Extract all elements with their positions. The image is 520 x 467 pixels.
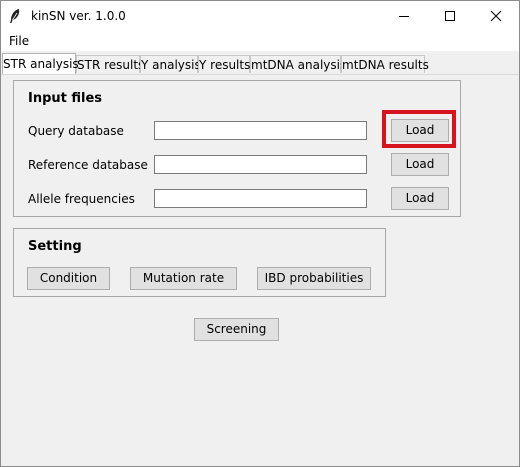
app-window: kinSN ver. 1.0.0 File STR analysis STR r… (0, 0, 520, 467)
condition-button[interactable]: Condition (27, 267, 110, 290)
query-database-label: Query database (28, 124, 124, 138)
title-bar[interactable]: kinSN ver. 1.0.0 (1, 1, 519, 31)
close-button[interactable] (473, 1, 519, 31)
tab-y-results[interactable]: Y results (198, 55, 250, 73)
menu-file[interactable]: File (9, 34, 29, 48)
tab-mtdna-results[interactable]: mtDNA results (341, 55, 429, 73)
tab-str-analysis[interactable]: STR analysis (2, 53, 79, 74)
minimize-icon (399, 16, 409, 17)
tab-strip: STR analysis STR results Y analysis Y re… (1, 53, 519, 74)
query-database-load-button[interactable]: Load (391, 119, 449, 142)
tab-mtdna-analysis[interactable]: mtDNA analysis (250, 55, 346, 73)
menu-bar: File (1, 31, 519, 51)
feather-icon (9, 8, 21, 24)
maximize-icon (445, 11, 455, 21)
screening-button[interactable]: Screening (194, 318, 279, 341)
reference-database-input[interactable] (154, 155, 367, 174)
setting-title: Setting (28, 239, 82, 254)
input-files-group: Input files Query database Load Referenc… (13, 80, 461, 217)
input-files-title: Input files (28, 91, 103, 106)
window-title: kinSN ver. 1.0.0 (31, 9, 126, 23)
query-database-input[interactable] (154, 121, 367, 140)
tab-y-analysis[interactable]: Y analysis (140, 55, 201, 73)
maximize-button[interactable] (427, 1, 473, 31)
mutation-rate-button[interactable]: Mutation rate (130, 267, 237, 290)
ibd-probabilities-button[interactable]: IBD probabilities (257, 267, 371, 290)
allele-frequencies-load-button[interactable]: Load (391, 187, 449, 210)
tab-str-results[interactable]: STR results (76, 55, 144, 73)
allele-frequencies-input[interactable] (154, 189, 367, 208)
close-icon (490, 10, 502, 22)
setting-group: Setting Condition Mutation rate IBD prob… (13, 228, 386, 297)
minimize-button[interactable] (381, 1, 427, 31)
allele-frequencies-label: Allele frequencies (28, 192, 135, 206)
reference-database-load-button[interactable]: Load (391, 153, 449, 176)
reference-database-label: Reference database (28, 158, 148, 172)
